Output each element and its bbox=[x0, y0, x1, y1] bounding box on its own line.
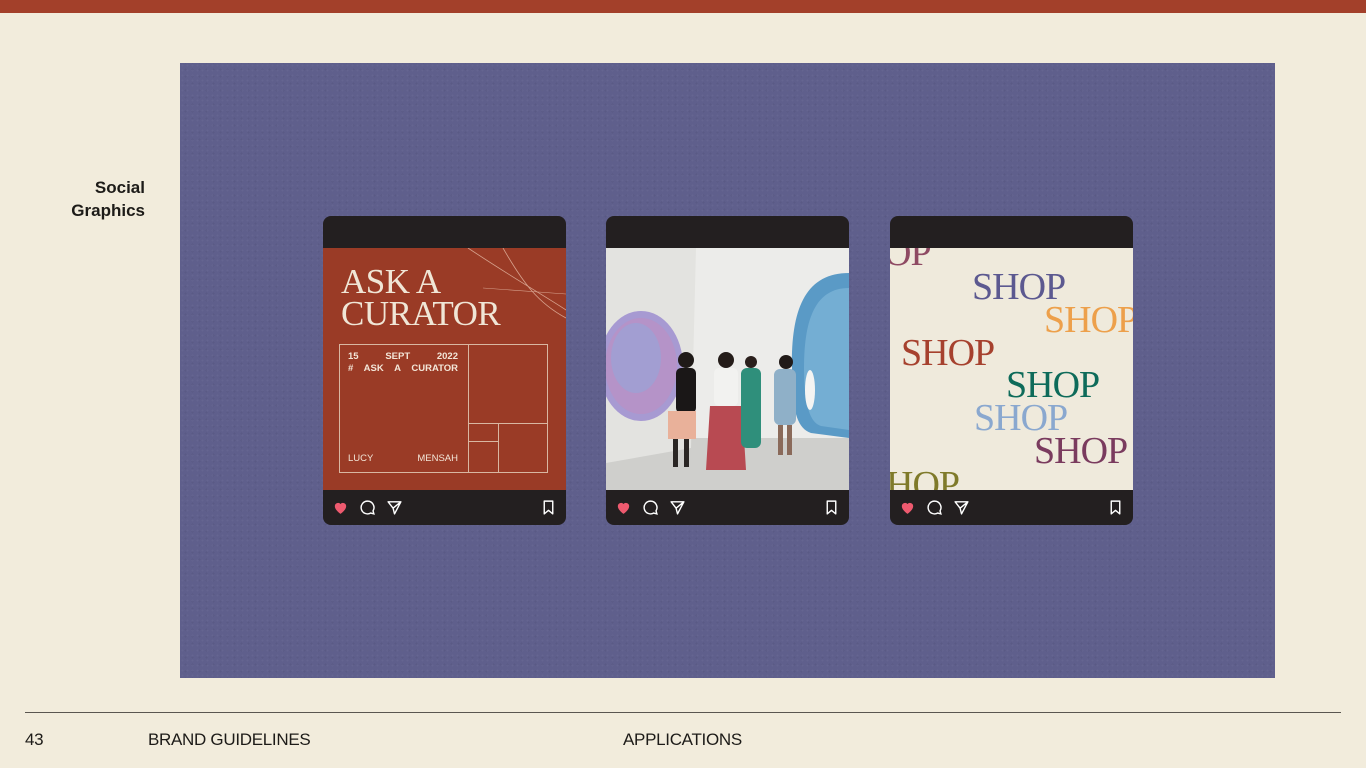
share-icon[interactable] bbox=[669, 499, 686, 516]
social-post-shop: OP SHOP SHOP SHOP SHOP SHOP SHOP HOP bbox=[890, 216, 1133, 525]
top-brand-bar bbox=[0, 0, 1366, 13]
event-month: SEPT bbox=[385, 351, 411, 362]
grid-line bbox=[468, 344, 469, 473]
bookmark-icon[interactable] bbox=[540, 499, 557, 516]
comment-icon[interactable] bbox=[359, 499, 376, 516]
section-heading-line1: Social bbox=[94, 178, 145, 197]
shop-word: SHOP bbox=[1044, 299, 1133, 341]
post-image-shop-typography: OP SHOP SHOP SHOP SHOP SHOP SHOP HOP bbox=[890, 248, 1133, 490]
share-icon[interactable] bbox=[953, 499, 970, 516]
curator-first-name: LUCY bbox=[348, 453, 374, 464]
hashtag-word: CURATOR bbox=[411, 363, 458, 374]
curator-last-name: MENSAH bbox=[417, 453, 458, 464]
grid-line bbox=[468, 423, 548, 424]
grid-line bbox=[468, 441, 498, 442]
shop-word: OP bbox=[890, 248, 932, 274]
event-year: 2022 bbox=[436, 351, 458, 362]
shop-word: HOP bbox=[890, 464, 960, 490]
share-icon[interactable] bbox=[386, 499, 403, 516]
heart-icon[interactable] bbox=[332, 499, 349, 516]
comment-icon[interactable] bbox=[926, 499, 943, 516]
post-image-ask-a-curator: ASK A CURATOR 15 SEPT 2022 # ASK A CURAT… bbox=[323, 248, 566, 490]
footer-divider bbox=[25, 712, 1341, 713]
gallery-photo-illustration bbox=[606, 248, 849, 490]
post-action-bar bbox=[890, 490, 1133, 525]
heart-icon[interactable] bbox=[899, 499, 916, 516]
curator-name: LUCY MENSAH bbox=[348, 453, 458, 464]
hashtag-word: A bbox=[394, 363, 401, 374]
mockup-panel: ASK A CURATOR 15 SEPT 2022 # ASK A CURAT… bbox=[180, 63, 1275, 678]
social-post-ask-a-curator: ASK A CURATOR 15 SEPT 2022 # ASK A CURAT… bbox=[323, 216, 566, 525]
event-meta: 15 SEPT 2022 # ASK A CURATOR bbox=[348, 351, 458, 375]
event-day: 15 bbox=[348, 351, 359, 362]
hashtag-word: ASK bbox=[363, 363, 384, 374]
bookmark-icon[interactable] bbox=[823, 499, 840, 516]
post-action-bar bbox=[323, 490, 566, 525]
grid-line bbox=[498, 423, 499, 473]
comment-icon[interactable] bbox=[642, 499, 659, 516]
shop-word: SHOP bbox=[1034, 430, 1128, 472]
social-post-gallery-photo bbox=[606, 216, 849, 525]
post-image-gallery-visitors bbox=[606, 248, 849, 490]
shop-word: SHOP bbox=[901, 332, 995, 374]
footer-section-name: APPLICATIONS bbox=[623, 730, 742, 749]
bookmark-icon[interactable] bbox=[1107, 499, 1124, 516]
post-title-line2: CURATOR bbox=[341, 294, 501, 333]
post-action-bar bbox=[606, 490, 849, 525]
page-number: 43 bbox=[25, 730, 44, 749]
document-title: BRAND GUIDELINES bbox=[148, 730, 311, 749]
post-title: ASK A CURATOR bbox=[341, 264, 501, 333]
hashtag-symbol: # bbox=[348, 363, 354, 374]
section-heading-line2: Graphics bbox=[71, 201, 145, 220]
heart-icon[interactable] bbox=[615, 499, 632, 516]
section-heading: Social Graphics bbox=[5, 176, 145, 222]
